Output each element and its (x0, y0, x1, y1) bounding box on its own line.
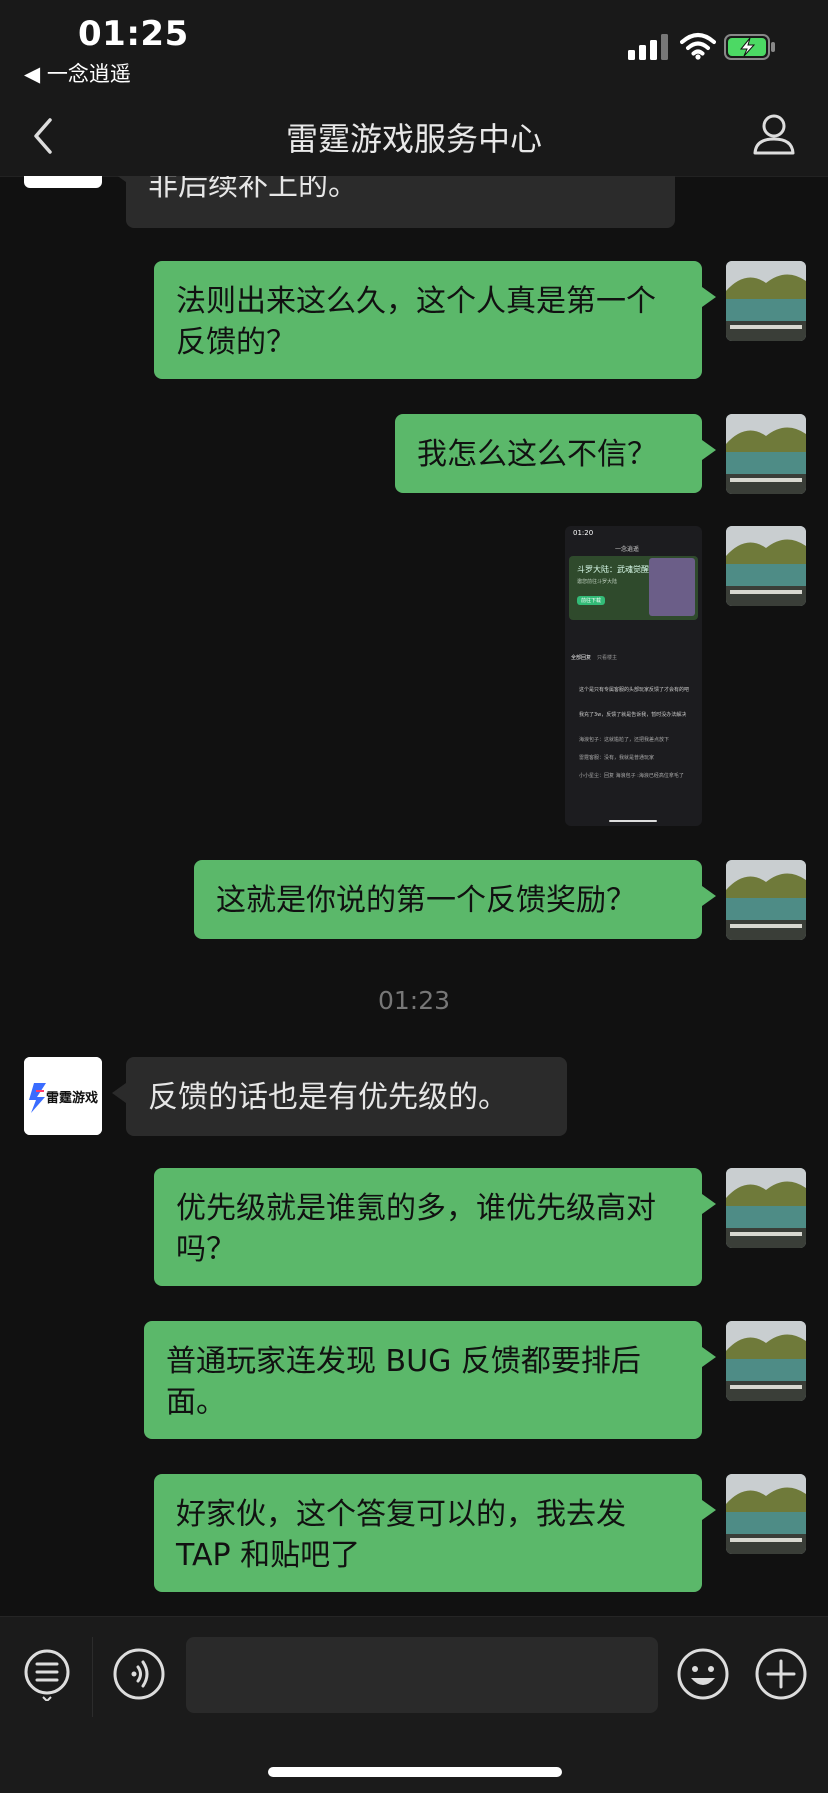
chat-title: 雷霆游戏服务中心 (285, 120, 542, 158)
screenshot-image-message[interactable]: 01:20 一念逍遥 斗罗大陆：武魂觉醒 邀您前往斗罗大陆 前往下载 全部回复 … (565, 526, 702, 826)
back-to-app-link[interactable]: ◀ 一念逍遥 (24, 58, 131, 88)
outgoing-message[interactable]: 我怎么这么不信？ (395, 414, 716, 493)
message-input[interactable] (186, 1637, 658, 1713)
outgoing-message[interactable]: 优先级就是谁氪的多，谁优先级高对吗？ (154, 1168, 716, 1286)
incoming-message[interactable]: 非后续补上的。 (112, 176, 675, 228)
outgoing-message[interactable]: 好家伙，这个答复可以的，我去发TAP 和贴吧了 (154, 1474, 716, 1592)
profile-icon[interactable] (752, 112, 796, 156)
thumb-line: 我充了3w，反馈了就是告诉我，暂时没办法解决 (579, 712, 687, 718)
thumb-line: 小小星尘：回复 海浪包子 :海浪已经高位拿毛了 (579, 773, 684, 779)
emoji-icon[interactable] (676, 1647, 730, 1701)
status-bar: 01:25 ◀ 一念逍遥 (0, 0, 828, 96)
user-avatar[interactable] (726, 261, 806, 341)
user-avatar[interactable] (726, 1474, 806, 1554)
thumb-banner-line: 邀您前往斗罗大陆 (577, 579, 618, 585)
wifi-icon (680, 33, 716, 60)
service-avatar[interactable]: 雷霆游戏 (24, 1057, 102, 1135)
landscape-avatar-image (726, 1168, 806, 1248)
thumb-home-indicator (609, 820, 657, 822)
landscape-avatar-image (726, 1474, 806, 1554)
landscape-avatar-image (726, 526, 806, 606)
input-divider (92, 1637, 93, 1717)
cellular-signal-icon (628, 34, 668, 60)
battery-charging-icon (724, 34, 775, 60)
outgoing-message[interactable]: 法则出来这么久，这个人真是第一个反馈的？ (154, 261, 716, 379)
landscape-avatar-image (726, 414, 806, 494)
message-list[interactable]: 非后续补上的。 法则出来这么久，这个人真是第一个反馈的？ 我怎么这么不信？ 01… (0, 176, 828, 1616)
thumb-banner: 斗罗大陆：武魂觉醒 邀您前往斗罗大陆 前往下载 (569, 556, 698, 620)
outgoing-message[interactable]: 普通玩家连发现 BUG 反馈都要排后面。 (144, 1321, 716, 1439)
thumb-header: 一念逍遥 (615, 546, 640, 553)
thumb-line: 海浪包子：这就尴尬了，还把我差点放下 (579, 737, 670, 743)
user-avatar[interactable] (726, 1168, 806, 1248)
landscape-avatar-image (726, 261, 806, 341)
home-indicator[interactable] (268, 1767, 562, 1777)
chat-header: 雷霆游戏服务中心 (0, 96, 828, 177)
outgoing-message[interactable]: 这就是你说的第一个反馈奖励？ (194, 860, 716, 939)
thumb-banner-art (649, 558, 695, 616)
status-time: 01:25 (78, 14, 189, 54)
thumb-line: 雷霆客服：没有，我就是普通玩家 (579, 755, 655, 761)
incoming-message[interactable]: 反馈的话也是有优先级的。 (112, 1057, 567, 1136)
thumb-tab: 全部回复 (571, 655, 592, 661)
user-avatar[interactable] (726, 526, 806, 606)
input-bar (0, 1616, 828, 1793)
message-timestamp: 01:23 (377, 986, 451, 1015)
thumb-line: 这个是只有专属客服的头部玩家反馈了才会有的吧 (579, 687, 690, 693)
thumb-tab: 只看楼主 (597, 655, 618, 661)
user-avatar[interactable] (726, 414, 806, 494)
thumb-banner-title: 斗罗大陆：武魂觉醒 (577, 565, 649, 574)
menu-list-icon[interactable] (20, 1647, 74, 1701)
landscape-avatar-image (726, 860, 806, 940)
landscape-avatar-image (726, 1321, 806, 1401)
thumb-time: 01:20 (573, 529, 594, 537)
service-avatar[interactable] (24, 176, 102, 188)
voice-input-icon[interactable] (112, 1647, 166, 1701)
logo-text: 雷霆游戏 (46, 1091, 99, 1106)
add-plus-icon[interactable] (754, 1647, 808, 1701)
thumb-banner-button: 前往下载 (577, 596, 606, 605)
user-avatar[interactable] (726, 860, 806, 940)
user-avatar[interactable] (726, 1321, 806, 1401)
